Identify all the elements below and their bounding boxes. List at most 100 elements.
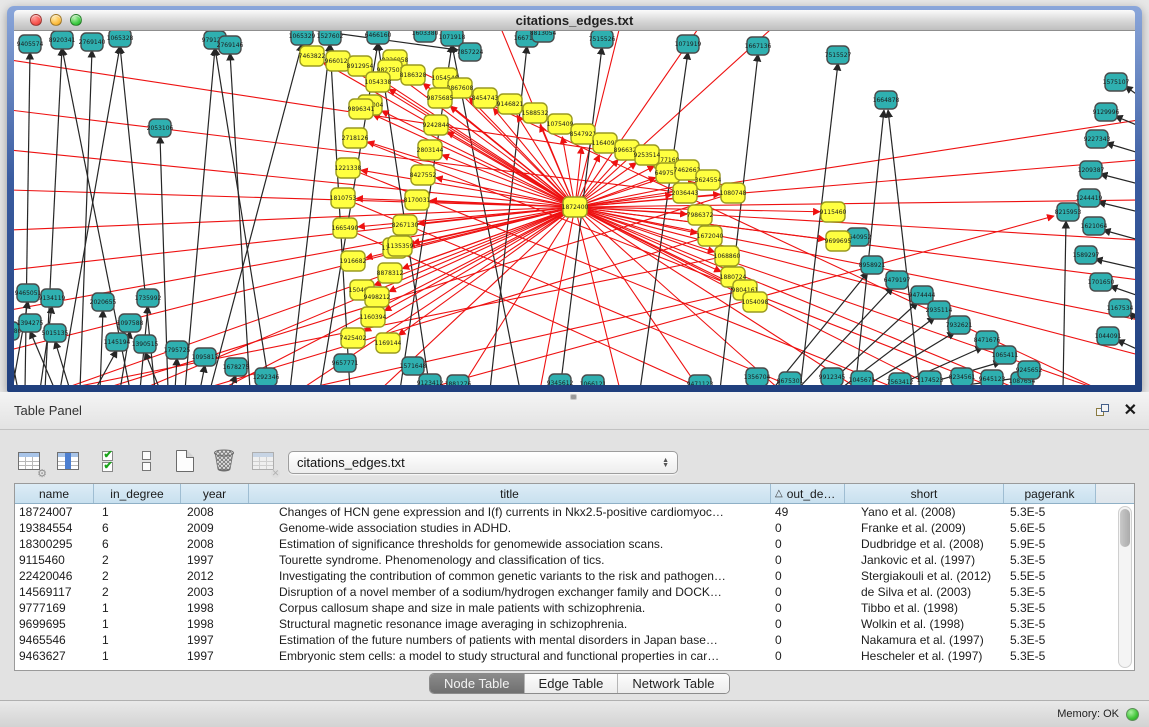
graph-node-label: 8878312: [377, 270, 404, 277]
graph-node-label: 8186328: [400, 72, 427, 79]
column-header-in_degree[interactable]: in_degree: [94, 484, 181, 503]
graph-node-label: 2935114: [926, 307, 953, 314]
table-row[interactable]: 946554611997Estimation of the future num…: [15, 632, 1134, 648]
graph-node-label: 1080748: [720, 190, 747, 197]
splitter-handle[interactable]: [571, 395, 576, 399]
new-document-icon: [176, 450, 194, 472]
column-header-title[interactable]: title: [249, 484, 771, 503]
graph-node-label: 5015135: [42, 330, 69, 337]
cell-title: Estimation of the future numbers of pati…: [249, 632, 771, 648]
graph-node-label: 2803144: [417, 147, 444, 154]
cell-name: 22420046: [15, 568, 94, 584]
show-columns-button[interactable]: [53, 446, 83, 476]
table-row[interactable]: 2242004622012Investigating the contribut…: [15, 568, 1134, 584]
select-all-rows-button[interactable]: [92, 446, 122, 476]
graph-node-label: 7857224: [457, 49, 484, 56]
citation-edge-black: [1095, 259, 1135, 269]
cell-out_de: 0: [771, 584, 845, 600]
cell-title: Changes of HCN gene expression and I(f) …: [249, 504, 771, 520]
cell-pagerank: 5.3E-5: [1004, 600, 1096, 616]
network-canvas[interactable]: 1872400940557489203412769140106532897912…: [14, 31, 1135, 385]
tab-edge-table[interactable]: Edge Table: [525, 674, 619, 693]
table-row[interactable]: 1456911722003Disruption of a novel membe…: [15, 584, 1134, 600]
graph-node-label: 1054338: [365, 79, 392, 86]
citation-edge-red: [14, 110, 685, 193]
unselect-all-rows-button[interactable]: [131, 446, 161, 476]
cytoscape-desktop: citations_edges.txt 18724009405574892034…: [0, 0, 1149, 727]
citation-edge-red: [540, 207, 575, 385]
table-row[interactable]: 969969511998Structural magnetic resonanc…: [15, 616, 1134, 632]
table-row[interactable]: 977716911998Corpus callosum shape and si…: [15, 600, 1134, 616]
table-row[interactable]: 1872400712008Changes of HCN gene express…: [15, 504, 1134, 520]
table-selector-dropdown[interactable]: citations_edges.txt ▲▼: [288, 451, 678, 474]
graph-node-label: 7986372: [687, 212, 714, 219]
delete-column-button[interactable]: 🗑: [209, 446, 239, 476]
tab-network-table[interactable]: Network Table: [618, 674, 728, 693]
cell-pagerank: 5.3E-5: [1004, 504, 1096, 520]
scrollbar-thumb[interactable]: [1120, 509, 1130, 547]
cell-year: 2008: [181, 504, 249, 520]
memory-status-indicator[interactable]: [1126, 708, 1139, 721]
cell-out_de: 0: [771, 648, 845, 664]
cell-year: 2008: [181, 536, 249, 552]
cell-year: 2012: [181, 568, 249, 584]
citation-edge-black: [1098, 202, 1135, 212]
graph-node-label: 9146821: [497, 101, 524, 108]
graph-node-label: 1527602: [317, 33, 344, 40]
column-label: pagerank: [1024, 487, 1074, 501]
graph-node-label: 8170031: [404, 197, 431, 204]
citation-edge-black: [797, 287, 893, 385]
network-window-titlebar[interactable]: citations_edges.txt: [14, 10, 1135, 31]
column-header-short[interactable]: short: [845, 484, 1004, 503]
citation-network-graph[interactable]: 1872400940557489203412769140106532897912…: [14, 31, 1135, 385]
graph-node-label: 7563412: [887, 379, 914, 385]
graph-node-label: 2053106: [147, 125, 174, 132]
citation-edge-red: [575, 207, 620, 385]
column-header-out_de[interactable]: △out_de…: [771, 484, 845, 503]
cell-short: Yano et al. (2008): [845, 504, 1004, 520]
citation-edge-black: [800, 63, 838, 385]
close-panel-icon[interactable]: ✕: [1124, 404, 1137, 418]
table-row[interactable]: 1938455462009Genome-wide association stu…: [15, 520, 1134, 536]
dropdown-stepper-icon: ▲▼: [662, 458, 669, 468]
column-header-pagerank[interactable]: pagerank: [1004, 484, 1096, 503]
graph-node-label: 9471123: [687, 381, 714, 385]
citation-edge-black: [888, 110, 920, 385]
table-mode-tabs: Node TableEdge TableNetwork Table: [429, 673, 730, 694]
cell-pagerank: 5.3E-5: [1004, 584, 1096, 600]
column-header-year[interactable]: year: [181, 484, 249, 503]
window-controls: [30, 14, 82, 26]
cell-title: Corpus callosum shape and size in male p…: [249, 600, 771, 616]
close-window-icon[interactable]: [30, 14, 42, 26]
table-row[interactable]: 911546021997Tourette syndrome. Phenomeno…: [15, 552, 1134, 568]
cell-year: 1997: [181, 552, 249, 568]
cell-out_de: 49: [771, 504, 845, 520]
table-panel-title: Table Panel: [0, 403, 82, 418]
table-row[interactable]: 946362711997Embryonic stem cells: a mode…: [15, 648, 1134, 664]
graph-node-label: 8675301: [777, 378, 804, 385]
window-title: citations_edges.txt: [14, 10, 1135, 31]
citation-edge-black: [1100, 174, 1135, 184]
graph-node-label: 8454743: [472, 95, 499, 102]
cell-year: 1998: [181, 616, 249, 632]
graph-node-label: 1221338: [335, 165, 362, 172]
minimize-window-icon[interactable]: [50, 14, 62, 26]
graph-node-label: 1071918: [439, 34, 466, 41]
column-header-name[interactable]: name: [15, 484, 94, 503]
table-row[interactable]: 1830029562008Estimation of significance …: [15, 536, 1134, 552]
cell-short: de Silva et al. (2003): [845, 584, 1004, 600]
cell-pagerank: 5.3E-5: [1004, 616, 1096, 632]
citation-edge-black: [230, 53, 250, 385]
graph-node-label: 9912345: [819, 374, 846, 381]
vertical-scrollbar[interactable]: [1118, 506, 1132, 668]
graph-node-label: 1071919: [675, 41, 702, 48]
new-document-button[interactable]: [170, 446, 200, 476]
graph-node-label: 1571648: [400, 363, 427, 370]
maximize-window-icon[interactable]: [70, 14, 82, 26]
graph-node-label: 9242844: [423, 122, 450, 129]
citation-edge-black: [175, 358, 177, 385]
table-settings-button[interactable]: ⚙: [14, 446, 44, 476]
float-panel-icon[interactable]: [1096, 404, 1110, 418]
graph-node-label: 6479197: [884, 277, 911, 284]
tab-node-table[interactable]: Node Table: [430, 674, 525, 693]
